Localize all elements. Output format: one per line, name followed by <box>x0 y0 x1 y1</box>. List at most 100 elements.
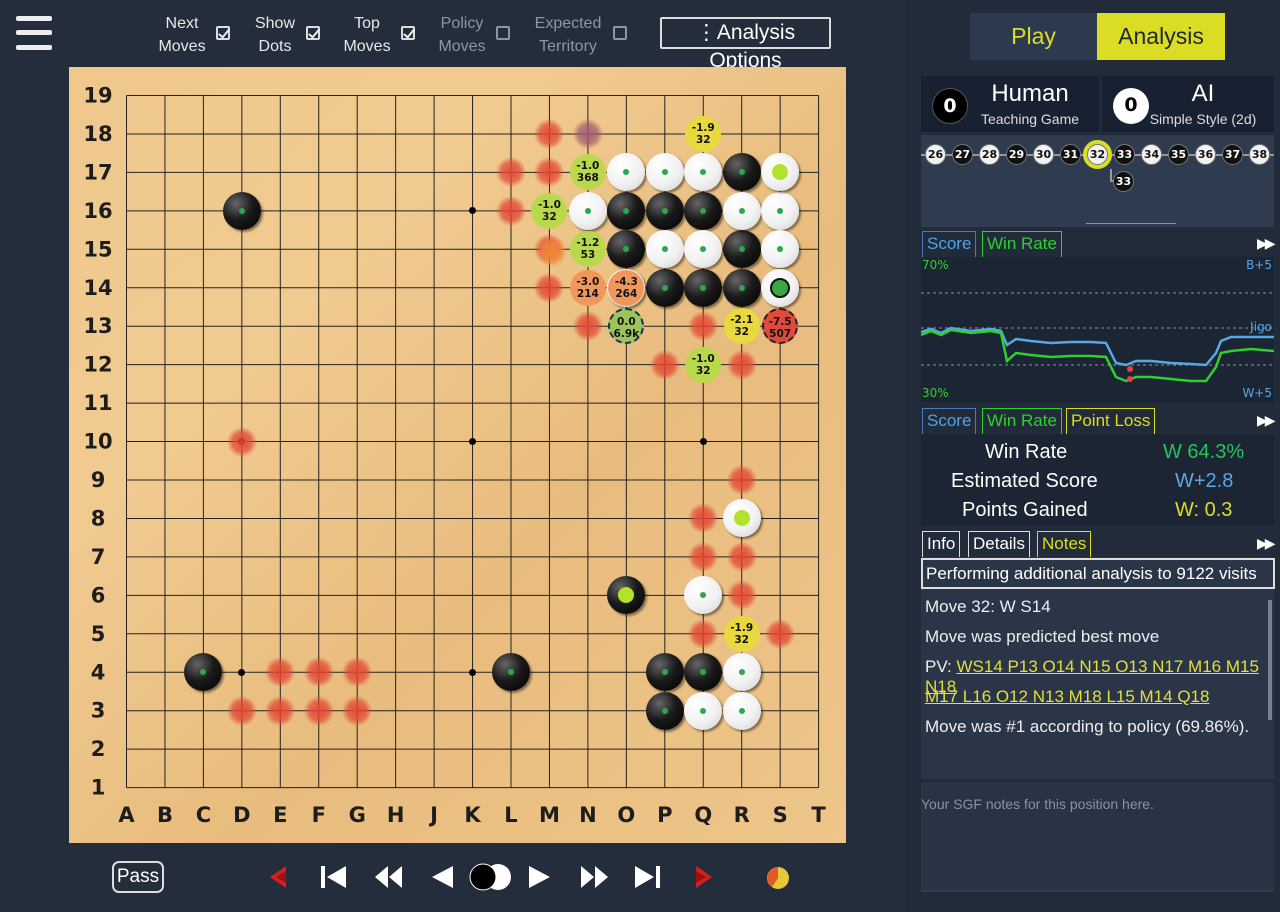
candidate-move-dot[interactable] <box>534 272 565 303</box>
move-tree[interactable]: 26 27 28 29 30 31 32 33 34 35 36 37 38 33 <box>921 135 1274 227</box>
candidate-move-dot[interactable] <box>342 695 373 726</box>
top-moves-option[interactable]: Top Moves <box>337 12 397 58</box>
policy-moves-checkbox[interactable] <box>496 26 510 40</box>
white-stone <box>722 653 761 692</box>
back-ten-icon[interactable] <box>372 862 406 892</box>
option-label: Next <box>165 15 199 32</box>
move-node[interactable]: 32 <box>1083 140 1112 169</box>
candidate-move-dot[interactable] <box>688 541 719 572</box>
move-node[interactable]: 38 <box>1249 144 1270 165</box>
candidate-move-dot[interactable] <box>265 695 296 726</box>
score-graph[interactable]: 70% B+5 Jigo 30% W+5 <box>920 257 1275 402</box>
forward-one-icon[interactable] <box>526 862 554 892</box>
forward-ten-icon[interactable] <box>578 862 612 892</box>
eval-dot <box>738 669 745 676</box>
black-player-name: Human <box>991 80 1069 107</box>
expected-territory-option[interactable]: Expected Territory <box>530 12 606 58</box>
graph-bottom-right: W+5 <box>1242 386 1272 400</box>
tab-details[interactable]: Details <box>968 531 1030 557</box>
expand-stats-icon[interactable]: ▶▶ <box>1257 413 1275 429</box>
tab-info[interactable]: Info <box>922 531 961 557</box>
eval-dot <box>623 246 630 253</box>
hint-score: -2.1 <box>730 314 754 327</box>
candidate-move-dot[interactable] <box>572 311 603 342</box>
candidate-move-dot[interactable] <box>226 695 257 726</box>
stats-tab-score[interactable]: Score <box>922 408 977 434</box>
first-move-icon[interactable] <box>318 862 348 892</box>
column-label: S <box>773 803 788 827</box>
move-node[interactable]: 37 <box>1222 144 1243 165</box>
last-move-icon[interactable] <box>632 862 664 892</box>
option-label: Moves <box>343 38 391 55</box>
move-node[interactable]: 34 <box>1141 144 1162 165</box>
move-node[interactable]: 27 <box>952 144 973 165</box>
pass-button[interactable]: Pass <box>112 861 164 893</box>
candidate-move-dot[interactable] <box>726 349 757 380</box>
graph-tab-winrate[interactable]: Win Rate <box>982 231 1062 257</box>
pv-link-2[interactable]: M17 L16 O12 N13 M18 L15 M14 Q18 <box>925 687 1209 707</box>
black-stone <box>645 653 684 692</box>
graph-tab-score[interactable]: Score <box>922 231 977 257</box>
top-move-hint[interactable]: -1.9 32 <box>723 615 760 652</box>
top-move-hint[interactable]: -1.2 53 <box>569 231 606 268</box>
notes-placeholder: Your SGF notes for this position here. <box>921 796 1154 812</box>
tab-analysis[interactable]: Analysis <box>1097 13 1225 60</box>
move-node[interactable]: 28 <box>979 144 1000 165</box>
move-node[interactable]: 36 <box>1195 144 1216 165</box>
candidate-move-dot[interactable] <box>496 195 526 226</box>
top-move-hint[interactable]: -3.0 214 <box>569 269 606 306</box>
hint-score: 0.0 <box>617 316 636 329</box>
candidate-move-dot[interactable] <box>688 618 719 649</box>
branch-move[interactable]: 33 <box>1113 171 1134 192</box>
candidate-move-dot[interactable] <box>303 657 334 688</box>
next-moves-checkbox[interactable] <box>216 26 230 40</box>
move-node[interactable]: 26 <box>925 144 946 165</box>
stats-tab-winrate[interactable]: Win Rate <box>982 408 1062 434</box>
back-one-icon[interactable] <box>428 862 456 892</box>
top-move-hint[interactable]: 0.0 6.9k <box>608 308 645 345</box>
timer-pie-icon[interactable] <box>764 864 792 892</box>
top-move-hint[interactable]: -7.5 507 <box>762 308 799 345</box>
expected-territory-checkbox[interactable] <box>613 26 627 40</box>
expand-info-icon[interactable]: ▶▶ <box>1257 536 1275 552</box>
show-dots-checkbox[interactable] <box>306 26 320 40</box>
move-node[interactable]: 33 <box>1114 144 1135 165</box>
move-node[interactable]: 29 <box>1006 144 1027 165</box>
move-node[interactable]: 35 <box>1168 144 1189 165</box>
column-label: J <box>428 803 438 827</box>
tab-play[interactable]: Play <box>970 13 1097 60</box>
scroll-indicator[interactable] <box>1086 223 1176 224</box>
tab-notes[interactable]: Notes <box>1037 531 1092 557</box>
white-stone <box>568 191 607 230</box>
candidate-move-dot[interactable] <box>726 465 757 495</box>
menu-icon[interactable] <box>16 16 52 50</box>
option-label: Territory <box>539 38 597 55</box>
white-stone <box>645 230 684 269</box>
top-move-hint[interactable]: -2.1 32 <box>723 308 760 345</box>
analysis-options-button[interactable]: ⋮Analysis Options <box>660 17 831 72</box>
candidate-move-dot[interactable] <box>726 541 757 572</box>
expand-graph-icon[interactable]: ▶▶ <box>1257 236 1275 252</box>
show-dots-option[interactable]: Show Dots <box>246 12 304 58</box>
top-move-hint[interactable]: -4.3 264 <box>608 269 645 306</box>
stats-tab-pointloss[interactable]: Point Loss <box>1066 408 1156 434</box>
top-move-hint[interactable]: -1.0 32 <box>685 346 722 383</box>
move-node[interactable]: 30 <box>1033 144 1054 165</box>
black-player-type: Teaching Game <box>980 111 1080 127</box>
next-mistake-icon[interactable] <box>688 862 718 892</box>
move-node[interactable]: 31 <box>1060 144 1081 165</box>
go-board[interactable]: A B C D E F G H J K L M N O P Q R S T 19 18 17 16 15 14 13 12 11 10 9… <box>69 67 846 843</box>
top-moves-checkbox[interactable] <box>401 26 415 40</box>
candidate-move-dot[interactable] <box>726 580 757 611</box>
next-moves-option[interactable]: Next Moves <box>152 12 212 58</box>
candidate-move-dot[interactable] <box>303 695 334 726</box>
policy-moves-option[interactable]: Policy Moves <box>432 12 492 58</box>
prev-mistake-icon[interactable] <box>264 862 294 892</box>
candidate-move-dot[interactable] <box>226 426 257 457</box>
top-move-hint[interactable]: -1.9 32 <box>685 115 722 152</box>
eval-dot <box>623 169 630 176</box>
candidate-move-dot[interactable] <box>572 118 603 149</box>
candidate-move-dot[interactable] <box>765 618 796 649</box>
row-label: 4 <box>91 660 106 684</box>
candidate-move-dot[interactable] <box>649 349 680 380</box>
